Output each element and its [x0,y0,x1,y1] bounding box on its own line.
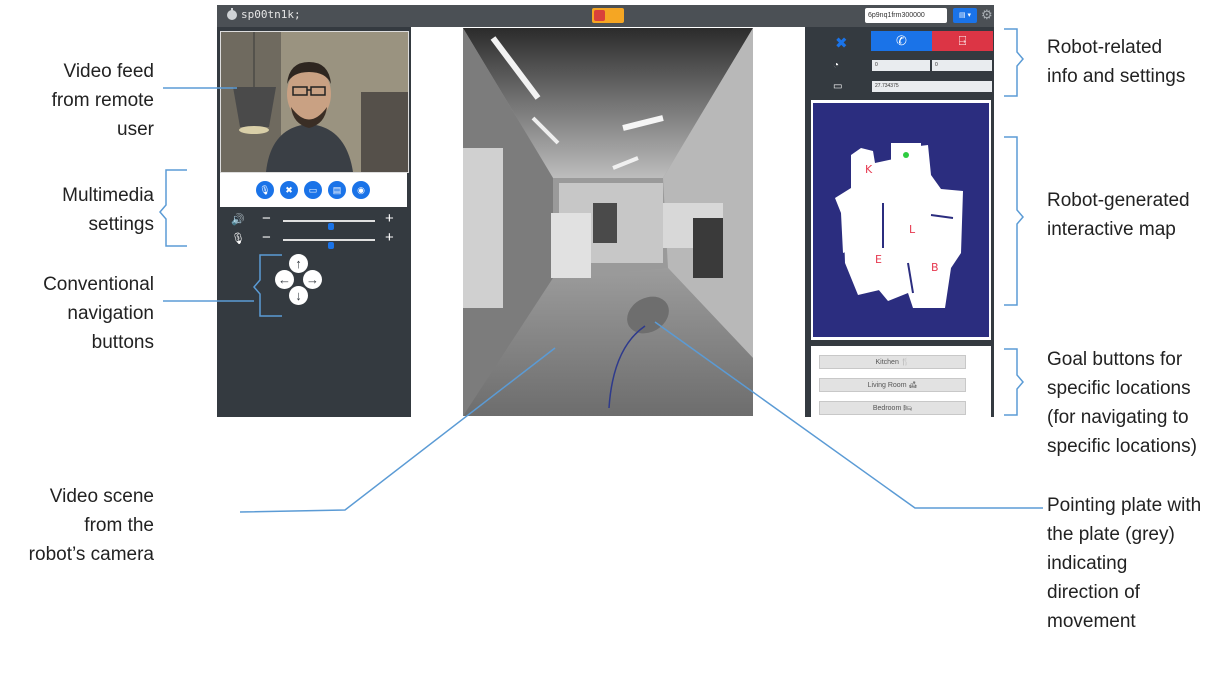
annotation-line: from remote [51,90,154,111]
annotation-line: Multimedia [62,185,154,206]
annotation-line: specific locations) [1047,436,1197,457]
annotation-navigation: Conventional navigation buttons [43,270,154,357]
annotation-line: movement [1047,611,1136,632]
annotation-line: from the [84,515,154,536]
annotation-line: info and settings [1047,66,1186,87]
annotation-multimedia: Multimedia settings [62,181,154,239]
annotation-line: buttons [91,332,154,353]
annotation-line: Video scene [49,486,154,507]
annotation-line: the plate (grey) [1047,524,1175,545]
annotation-line: Video feed [63,61,154,82]
annotation-line: interactive map [1047,219,1176,240]
annotation-line: navigation [67,303,154,324]
annotation-robot-info: Robot-related info and settings [1047,33,1185,91]
annotation-line: user [117,119,154,140]
annotation-line: Conventional [43,274,154,295]
annotation-line: specific locations [1047,378,1191,399]
annotation-map: Robot-generated interactive map [1047,186,1190,244]
annotation-line: direction of [1047,582,1140,603]
annotation-line: Goal buttons for [1047,349,1183,370]
annotation-line: (for navigating to [1047,407,1189,428]
annotation-line: Pointing plate with [1047,495,1202,516]
annotation-video-scene: Video scene from the robot’s camera [29,482,154,569]
annotation-pointing-plate: Pointing plate with the plate (grey) ind… [1047,491,1201,636]
annotation-goals: Goal buttons for specific locations (for… [1047,345,1197,461]
annotation-line: indicating [1047,553,1128,574]
annotation-line: Robot-related [1047,37,1163,58]
annotation-line: Robot-generated [1047,190,1190,211]
annotation-line: settings [88,214,154,235]
annotation-line: robot’s camera [28,544,154,565]
annotation-video-feed: Video feed from remote user [52,57,154,144]
